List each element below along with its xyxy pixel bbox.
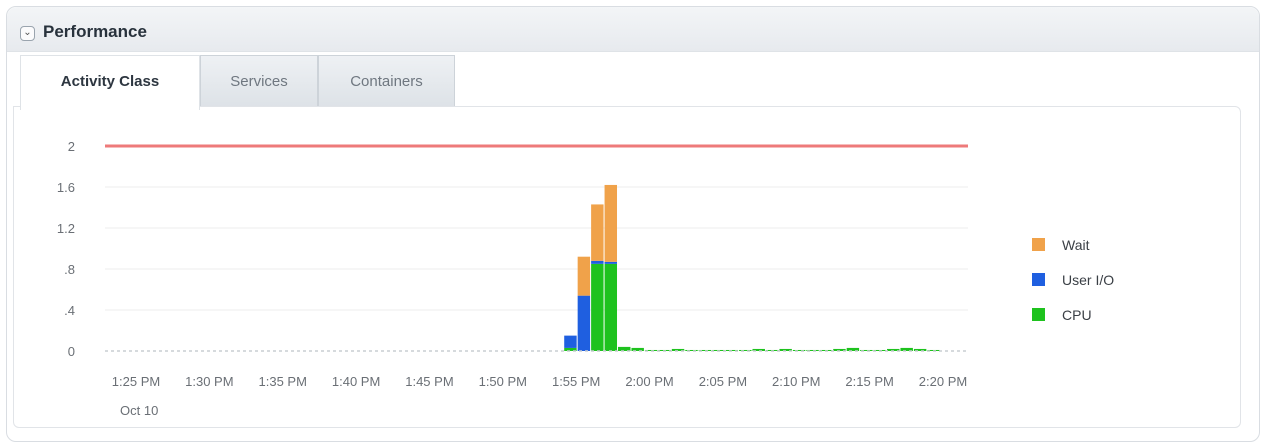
- x-tick-label: 1:25 PM: [112, 374, 160, 389]
- y-tick-label: 1.6: [57, 180, 75, 195]
- legend-label: User I/O: [1062, 272, 1114, 288]
- bar-cpu[interactable]: [604, 263, 618, 351]
- bar-wait[interactable]: [604, 184, 618, 262]
- x-tick-label: 1:30 PM: [185, 374, 233, 389]
- x-tick-label: 1:45 PM: [405, 374, 453, 389]
- x-tick-label: 2:15 PM: [845, 374, 893, 389]
- y-tick-label: .4: [64, 303, 75, 318]
- x-tick-label: 1:35 PM: [259, 374, 307, 389]
- y-tick-label: 1.2: [57, 221, 75, 236]
- x-tick-label: 2:10 PM: [772, 374, 820, 389]
- x-axis-date-label: Oct 10: [120, 403, 158, 418]
- x-tick-label: 1:40 PM: [332, 374, 380, 389]
- y-tick-label: 2: [68, 139, 75, 154]
- tab-activity-class[interactable]: Activity Class: [20, 55, 200, 110]
- x-tick-label: 2:05 PM: [699, 374, 747, 389]
- bar-user-i-o[interactable]: [564, 335, 577, 348]
- bar-cpu[interactable]: [591, 263, 604, 351]
- legend-label: CPU: [1062, 307, 1092, 323]
- x-tick-label: 2:20 PM: [919, 374, 967, 389]
- legend-label: Wait: [1062, 237, 1090, 253]
- bar-wait[interactable]: [577, 256, 591, 296]
- y-tick-label: 0: [68, 344, 75, 359]
- bar-wait[interactable]: [591, 204, 604, 261]
- y-tick-label: .8: [64, 262, 75, 277]
- legend-swatch: [1032, 273, 1045, 286]
- x-tick-label: 2:00 PM: [625, 374, 673, 389]
- x-tick-label: 1:50 PM: [479, 374, 527, 389]
- chart-legend: Wait User I/O CPU: [1032, 237, 1114, 323]
- bar-user-i-o[interactable]: [591, 260, 604, 264]
- bar-user-i-o[interactable]: [577, 295, 591, 351]
- legend-swatch: [1032, 308, 1045, 321]
- x-tick-label: 1:55 PM: [552, 374, 600, 389]
- legend-swatch: [1032, 238, 1045, 251]
- bar-user-i-o[interactable]: [604, 261, 618, 264]
